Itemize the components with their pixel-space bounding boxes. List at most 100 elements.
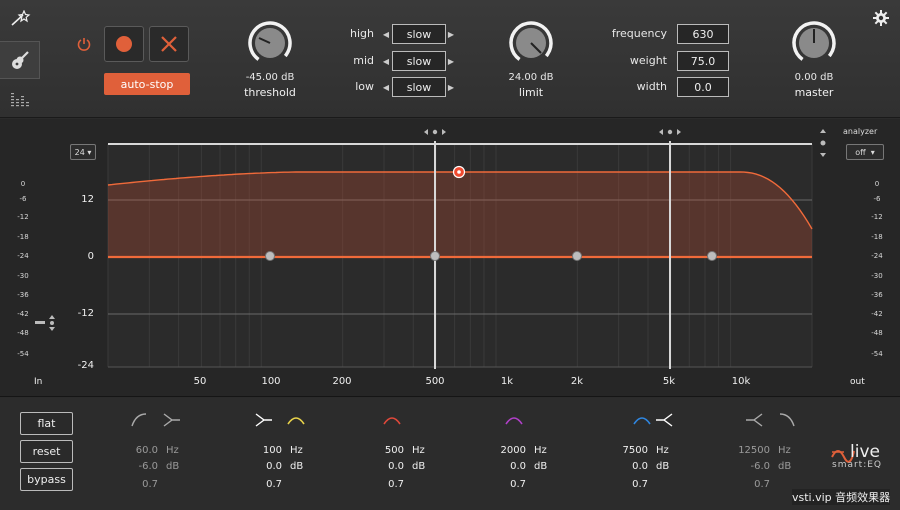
band-control-strip: flat reset bypass 60.0 Hz -6.0 dB 0.7 100 Hz 0.… (0, 398, 900, 510)
frequency-tick-label: 5k (662, 376, 676, 387)
analyzer-label: analyzer (843, 127, 878, 136)
output-scale-tick: -42 (871, 310, 883, 318)
band-q-value[interactable]: 0.7 (730, 479, 770, 490)
band-freq-unit: Hz (166, 445, 179, 456)
band-node-100[interactable] (265, 251, 275, 261)
bypass-button[interactable]: bypass (20, 468, 73, 491)
band-freq-value[interactable]: 60.0 (118, 445, 158, 456)
frequency-tick-label: 10k (731, 376, 751, 387)
weight-label: weight (629, 54, 667, 67)
master-label: master (794, 86, 834, 99)
input-scale-tick: -36 (17, 291, 29, 299)
band-freq-unit: Hz (534, 445, 547, 456)
band-freq-value[interactable]: 100 (242, 445, 282, 456)
band-q-value[interactable]: 0.7 (118, 479, 158, 490)
band-q-value[interactable]: 0.7 (364, 479, 404, 490)
output-scale-tick: -6 (873, 195, 881, 203)
speed-high-select[interactable]: slow (392, 24, 446, 44)
auto-stop-button[interactable]: auto-stop (104, 73, 190, 95)
input-scale-tick: -42 (17, 310, 29, 318)
output-scale-tick: -48 (871, 329, 883, 337)
band-gain-value[interactable]: 0.0 (608, 461, 648, 472)
band-q-value[interactable]: 0.7 (242, 479, 282, 490)
input-scale-tick: -48 (17, 329, 29, 337)
spectrum-tab[interactable] (0, 80, 40, 118)
close-icon (161, 36, 177, 52)
frequency-tick-label: 500 (425, 376, 445, 387)
eq-band-4[interactable]: 2000 Hz 0.0 dB 0.7 (476, 398, 596, 510)
threshold-knob[interactable] (247, 20, 293, 66)
cancel-learn-button[interactable] (149, 26, 189, 62)
logo-sub-text: smart:EQ (832, 460, 883, 470)
band-gain-value[interactable]: -6.0 (730, 461, 770, 472)
power-button[interactable] (76, 36, 92, 55)
eq-graph-area: 24 ▾ analyzer off ▾ 0 -6 -12 -18 -24 -30 -36 -4… (0, 119, 900, 397)
master-knob[interactable] (791, 20, 837, 66)
speed-mid-next[interactable]: ▶ (447, 51, 455, 71)
band-freq-value[interactable]: 7500 (608, 445, 648, 456)
speed-label-high: high (350, 27, 374, 40)
band-gain-unit: dB (656, 461, 670, 472)
band-gain-value[interactable]: 0.0 (364, 461, 404, 472)
band-gain-unit: dB (412, 461, 426, 472)
master-value: 0.00 dB (794, 72, 834, 83)
input-scale-tick: -30 (17, 272, 29, 280)
output-scale-tick: -18 (871, 233, 883, 241)
band-gain-value[interactable]: 0.0 (486, 461, 526, 472)
top-control-bar: auto-stop -45.00 dB threshold high ◀ slo… (0, 0, 900, 118)
speed-low-select[interactable]: slow (392, 77, 446, 97)
frequency-tick-label: 1k (500, 376, 514, 387)
band-freq-value[interactable]: 500 (364, 445, 404, 456)
eq-band-1[interactable]: 60.0 Hz -6.0 dB 0.7 (108, 398, 228, 510)
band-node-2000[interactable] (572, 251, 582, 261)
output-scale-tick: -54 (871, 350, 883, 358)
limit-knob[interactable] (508, 20, 554, 66)
eq-response-plot[interactable] (0, 119, 900, 397)
speed-high-next[interactable]: ▶ (447, 24, 455, 44)
instrument-tab[interactable] (0, 41, 40, 79)
band-freq-value[interactable]: 12500 (730, 445, 770, 456)
speed-low-next[interactable]: ▶ (447, 77, 455, 97)
band-q-value[interactable]: 0.7 (486, 479, 526, 490)
speed-low-prev[interactable]: ◀ (382, 77, 390, 97)
bell-high-shelf-icon (633, 413, 673, 427)
band-freq-value[interactable]: 2000 (486, 445, 526, 456)
band-gain-value[interactable]: -6.0 (118, 461, 158, 472)
low-cut-shape-icon (131, 413, 180, 427)
range-dropdown-value: 24 (74, 147, 85, 157)
preset-tab[interactable] (0, 2, 40, 36)
width-input[interactable]: 0.0 (677, 77, 729, 97)
output-scale-tick: 0 (874, 180, 880, 188)
width-label: width (636, 80, 667, 93)
speed-mid-select[interactable]: slow (392, 51, 446, 71)
frequency-input[interactable]: 630 (677, 24, 729, 44)
range-dropdown[interactable]: 24 ▾ (70, 144, 96, 160)
eq-band-3[interactable]: 500 Hz 0.0 dB 0.7 (354, 398, 474, 510)
frequency-tick-label: 2k (570, 376, 584, 387)
band-node-7500[interactable] (707, 251, 717, 261)
band-node-500[interactable] (430, 251, 440, 261)
gain-tick-label: 12 (81, 194, 94, 205)
band-gain-unit: dB (534, 461, 548, 472)
bell-shape-icon (383, 417, 401, 425)
gain-tick-label: -12 (77, 308, 94, 319)
speed-mid-prev[interactable]: ◀ (382, 51, 390, 71)
threshold-label: threshold (244, 86, 296, 99)
speed-high-prev[interactable]: ◀ (382, 24, 390, 44)
eq-band-2[interactable]: 100 Hz 0.0 dB 0.7 (232, 398, 352, 510)
power-icon (77, 38, 91, 51)
flat-button[interactable]: flat (20, 412, 73, 435)
input-scale-tick: -6 (19, 195, 27, 203)
eq-band-5[interactable]: 7500 Hz 0.0 dB 0.7 (598, 398, 718, 510)
weight-input[interactable]: 75.0 (677, 51, 729, 71)
analyzer-dropdown[interactable]: off ▾ (846, 144, 884, 160)
frequency-label: frequency (611, 27, 667, 40)
gain-tick-label: -24 (77, 360, 94, 371)
gear-icon[interactable] (873, 10, 889, 26)
record-button[interactable] (104, 26, 144, 62)
band-q-value[interactable]: 0.7 (608, 479, 648, 490)
band-gain-value[interactable]: 0.0 (242, 461, 282, 472)
reset-button[interactable]: reset (20, 440, 73, 463)
limit-label: limit (518, 86, 544, 99)
output-scale-tick: -24 (871, 252, 883, 260)
